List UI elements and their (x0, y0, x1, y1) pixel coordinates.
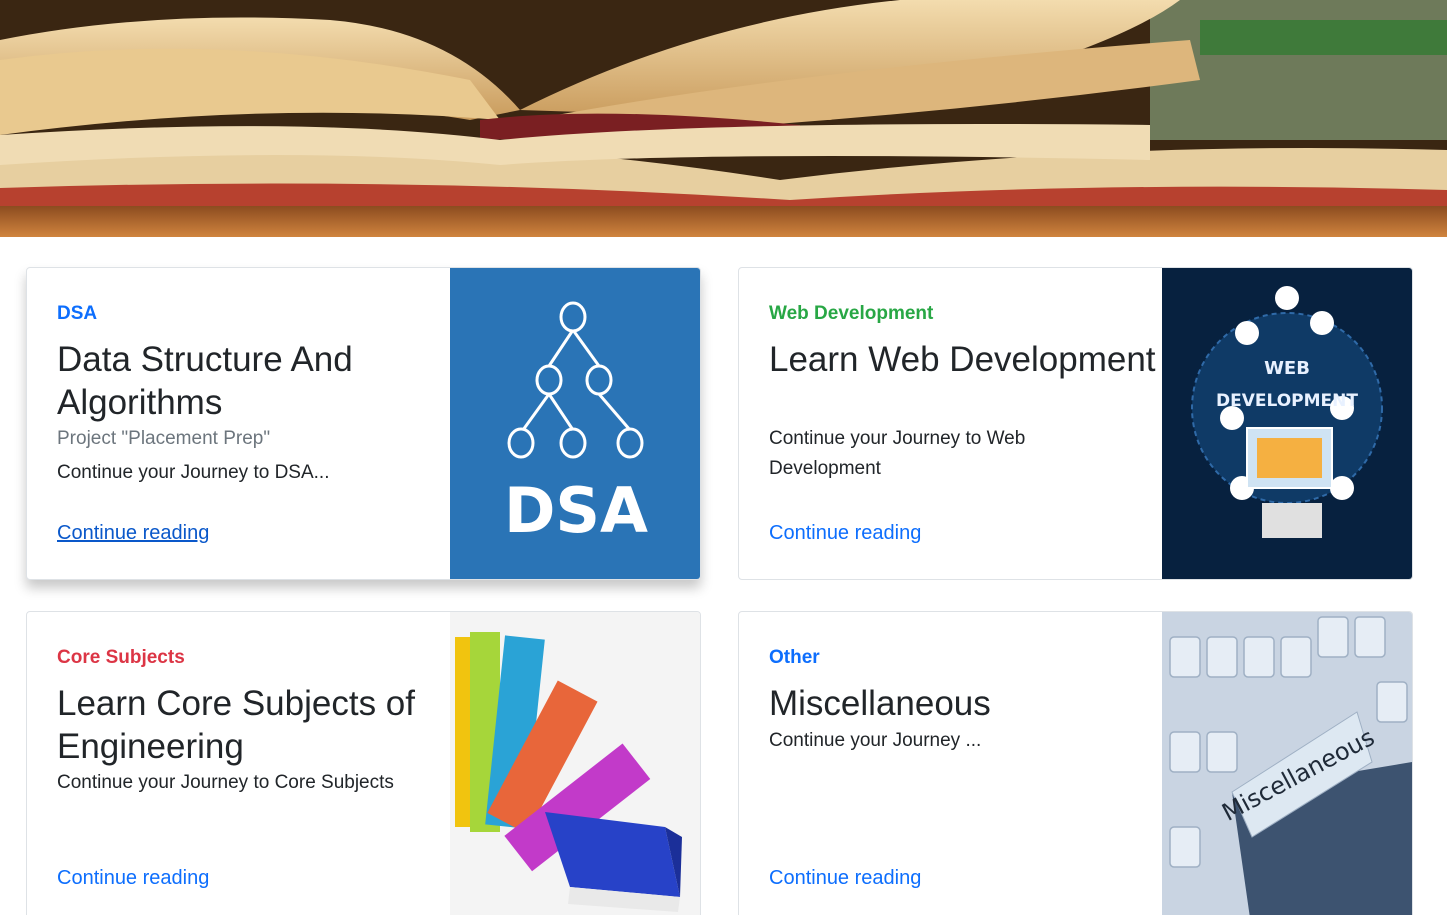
card-core-subjects: Core Subjects Learn Core Subjects of Eng… (26, 611, 701, 915)
dsa-thumbnail: DSA (450, 268, 700, 579)
card-body: Core Subjects Learn Core Subjects of Eng… (57, 612, 447, 915)
continue-reading-link[interactable]: Continue reading (769, 867, 921, 890)
card-miscellaneous: Other Miscellaneous Continue your Journe… (738, 611, 1413, 915)
card-title: Learn Web Development (769, 340, 1156, 379)
misc-thumbnail: Miscellaneous (1162, 612, 1412, 915)
hero-banner (0, 0, 1447, 237)
card-excerpt: Continue your Journey to Core Subjects (57, 772, 394, 793)
tree-diagram-image: DSA (450, 268, 700, 579)
continue-reading-link[interactable]: Continue reading (769, 522, 921, 545)
card-title: Miscellaneous (769, 684, 991, 723)
open-books-image (0, 0, 1447, 237)
category-label: Core Subjects (57, 647, 185, 668)
card-body: Other Miscellaneous Continue your Journe… (769, 612, 1159, 915)
card-excerpt: Continue your Journey to DSA... (57, 462, 330, 483)
card-web-development: Web Development Learn Web Development Co… (738, 267, 1413, 580)
continue-reading-link[interactable]: Continue reading (57, 522, 209, 545)
web-thumbnail: WEB DEVELOPMENT (1162, 268, 1412, 579)
category-label: Web Development (769, 303, 934, 324)
web-thumb-text-1: WEB (1264, 358, 1310, 379)
continue-reading-link[interactable]: Continue reading (57, 867, 209, 890)
keyboard-folder-image: Miscellaneous (1162, 612, 1412, 915)
books-stack-image (450, 612, 700, 915)
web-thumb-text-2: DEVELOPMENT (1216, 391, 1358, 411)
dsa-thumb-text: DSA (504, 474, 648, 547)
category-label: DSA (57, 303, 98, 324)
card-dsa: DSA Data Structure And Algorithms Projec… (26, 267, 701, 580)
core-thumbnail (450, 612, 700, 915)
card-title: Data Structure And Algorithms (57, 340, 353, 422)
card-meta: Project "Placement Prep" (57, 428, 271, 449)
card-body: Web Development Learn Web Development Co… (769, 268, 1159, 579)
card-excerpt: Continue your Journey to Web Development (769, 428, 1026, 479)
card-title: Learn Core Subjects of Engineering (57, 684, 415, 766)
card-body: DSA Data Structure And Algorithms Projec… (57, 268, 447, 579)
card-excerpt: Continue your Journey ... (769, 730, 982, 751)
web-development-image: WEB DEVELOPMENT (1162, 268, 1412, 579)
category-label: Other (769, 647, 820, 668)
